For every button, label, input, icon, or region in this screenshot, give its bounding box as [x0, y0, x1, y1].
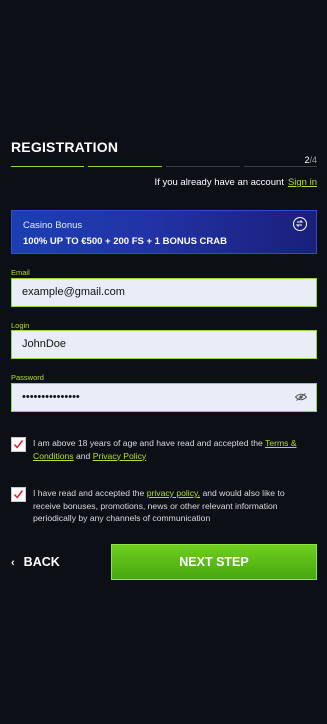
check-icon — [13, 490, 24, 499]
signin-prompt: If you already have an account — [154, 177, 284, 188]
terms-consent-text: I am above 18 years of age and have read… — [33, 437, 313, 462]
signin-link[interactable]: Sign in — [288, 177, 317, 188]
terms-text-middle: and — [73, 450, 93, 461]
chevron-left-icon: ‹ — [11, 557, 15, 569]
step-counter: 2/4 — [304, 155, 317, 165]
back-button[interactable]: ‹ BACK — [11, 548, 60, 576]
login-label: Login — [11, 321, 30, 330]
progress-segment-3 — [166, 166, 240, 167]
bonus-label: Casino Bonus — [23, 220, 83, 231]
bonus-banner[interactable]: Casino Bonus 100% UP TO €500 + 200 FS + … — [11, 210, 317, 254]
privacy-policy-link[interactable]: Privacy Policy — [93, 451, 146, 461]
password-value: ••••••••••••••• — [22, 391, 80, 403]
swap-bonus-icon[interactable] — [293, 217, 307, 231]
password-label: Password — [11, 373, 44, 382]
eye-icon[interactable] — [295, 393, 307, 401]
email-field[interactable]: example@gmail.com — [11, 278, 317, 307]
terms-checkbox[interactable] — [11, 437, 26, 452]
marketing-text-start: I have read and accepted the — [33, 488, 147, 498]
page-title: REGISTRATION — [11, 139, 119, 155]
progress-segment-4 — [244, 166, 317, 167]
email-label: Email — [11, 268, 30, 277]
back-label: BACK — [23, 555, 60, 569]
total-steps: 4 — [311, 155, 317, 165]
step-progress — [11, 166, 317, 168]
marketing-privacy-link[interactable]: privacy policy, — [147, 488, 200, 498]
bonus-text: 100% UP TO €500 + 200 FS + 1 BONUS CRAB — [23, 236, 227, 247]
next-step-button[interactable]: NEXT STEP — [111, 544, 317, 580]
marketing-consent-text: I have read and accepted the privacy pol… — [33, 487, 313, 525]
progress-segment-1 — [11, 166, 84, 167]
password-field[interactable]: ••••••••••••••• — [11, 383, 317, 412]
terms-text-start: I am above 18 years of age and have read… — [33, 438, 266, 448]
progress-segment-2 — [88, 166, 162, 167]
login-field[interactable]: JohnDoe — [11, 330, 317, 359]
check-icon — [13, 440, 24, 449]
marketing-checkbox[interactable] — [11, 487, 26, 502]
signin-prompt-row: If you already have an account Sign in — [155, 177, 317, 188]
